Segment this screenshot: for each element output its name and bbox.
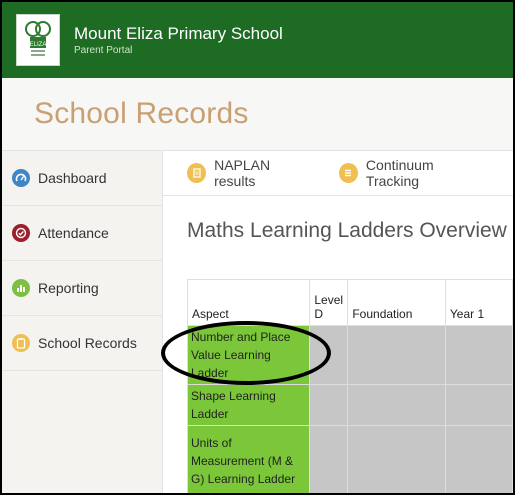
clipboard-icon [12,334,30,352]
tab-label: NAPLAN results [214,157,271,189]
sidebar: Dashboard Attendance Reporting School Re… [2,151,163,493]
main-panel: NAPLAN results Continuum Tracking Maths … [163,151,513,493]
level-cell [309,425,349,493]
page-title: School Records [34,97,249,130]
learning-ladders-table-wrap: Aspect Level D Foundation Year 1 Number … [186,279,513,493]
section-title: Maths Learning Ladders Overview [187,219,507,242]
table-row: Shape Learning Ladder [186,384,513,426]
top-header: ELIZA Mount Eliza Primary School Parent … [2,2,513,78]
tab-bar: NAPLAN results Continuum Tracking [163,151,513,196]
table-row: Units of Measurement (M & G) Learning La… [186,425,513,493]
level-cell [444,384,513,426]
document-icon [187,163,207,183]
sidebar-item-reporting[interactable]: Reporting [2,261,162,316]
sidebar-item-label: Attendance [38,225,109,241]
sidebar-item-label: School Records [38,335,137,351]
column-header-aspect: Aspect [186,279,311,326]
column-header-level-d: Level D [309,279,349,326]
level-cell [309,325,349,385]
level-cell [444,325,513,385]
tab-label: Continuum Tracking [365,157,434,189]
level-cell [347,425,446,493]
list-icon [338,163,358,183]
table-row: Number and Place Value Learning Ladder [186,325,513,385]
aspect-cell[interactable]: Units of Measurement (M & G) Learning La… [186,425,311,493]
sidebar-item-school-records[interactable]: School Records [2,316,162,371]
level-cell [309,384,349,426]
level-cell [347,384,446,426]
aspect-cell[interactable]: Shape Learning Ladder [186,384,311,426]
table-header-row: Aspect Level D Foundation Year 1 [186,279,513,326]
school-name[interactable]: Mount Eliza Primary School [74,24,283,44]
svg-text:ELIZA: ELIZA [30,42,47,48]
app-window: ELIZA Mount Eliza Primary School Parent … [0,0,515,495]
sidebar-item-label: Dashboard [38,170,107,186]
tab-naplan-results[interactable]: NAPLAN results [187,157,311,189]
level-cell [347,325,446,385]
page-title-bar: School Records [2,78,513,151]
level-cell [444,425,513,493]
column-header-foundation: Foundation [347,279,446,326]
sidebar-item-dashboard[interactable]: Dashboard [2,151,162,206]
brand-block: Mount Eliza Primary School Parent Portal [74,24,283,56]
portal-label: Parent Portal [74,45,133,56]
content-area: Dashboard Attendance Reporting School Re… [2,151,513,493]
column-header-year-1: Year 1 [444,279,513,326]
school-tree-logo-icon[interactable]: ELIZA [16,14,60,66]
bar-chart-icon [12,279,30,297]
aspect-cell[interactable]: Number and Place Value Learning Ladder [186,325,311,385]
dashboard-icon [12,169,30,187]
check-circle-icon [12,224,30,242]
learning-ladders-table: Aspect Level D Foundation Year 1 Number … [186,279,513,493]
tab-continuum-tracking[interactable]: Continuum Tracking [338,157,485,189]
sidebar-item-attendance[interactable]: Attendance [2,206,162,261]
sidebar-item-label: Reporting [38,280,99,296]
